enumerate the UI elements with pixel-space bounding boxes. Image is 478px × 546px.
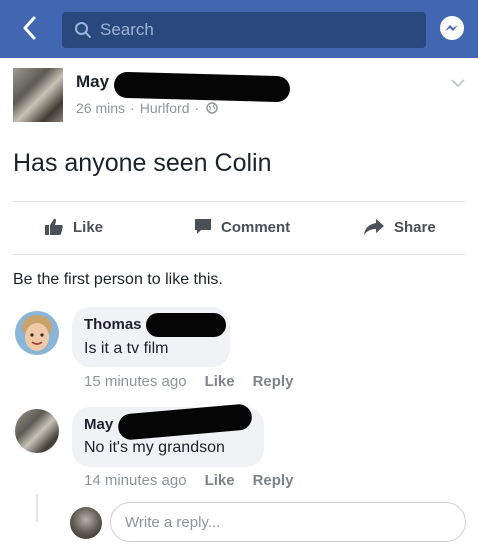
share-label: Share xyxy=(394,218,436,236)
thumbs-up-icon xyxy=(45,218,63,235)
comment-actions: 15 minutes ago Like Reply xyxy=(84,373,293,390)
thread-line xyxy=(36,494,38,522)
comment-text: Is it a tv film xyxy=(84,340,169,357)
post-text: Has anyone seen Colin xyxy=(13,149,272,177)
chevron-down-icon[interactable] xyxy=(450,78,466,88)
search-icon xyxy=(75,22,91,38)
comment-actions: 14 minutes ago Like Reply xyxy=(84,472,293,489)
meta-separator: · xyxy=(194,100,200,116)
post-location[interactable]: Hurlford xyxy=(140,100,190,116)
redaction-mark xyxy=(113,71,291,103)
meta-separator: · xyxy=(130,100,135,116)
search-input[interactable]: Search xyxy=(62,12,426,48)
like-button[interactable]: Like xyxy=(44,218,103,236)
messenger-icon[interactable] xyxy=(438,15,466,43)
share-arrow-icon xyxy=(364,219,384,235)
share-button[interactable]: Share xyxy=(363,218,436,236)
search-placeholder: Search xyxy=(100,20,154,39)
comment-avatar[interactable] xyxy=(15,311,59,355)
divider xyxy=(13,254,465,255)
comment-time[interactable]: 15 minutes ago xyxy=(84,373,187,390)
comment-author-name[interactable]: May xyxy=(84,416,113,433)
divider xyxy=(13,201,465,202)
comment-reply-link[interactable]: Reply xyxy=(253,472,294,489)
comment-author-name[interactable]: Thomas xyxy=(84,316,142,333)
chevron-left-icon xyxy=(23,16,36,40)
reply-placeholder: Write a reply... xyxy=(125,513,221,531)
globe-icon xyxy=(206,102,218,114)
comment-text: No it's my grandson xyxy=(84,439,225,456)
comment-icon xyxy=(195,219,211,234)
redaction-mark xyxy=(146,313,226,337)
child-photo-icon xyxy=(15,311,59,355)
comment-label: Comment xyxy=(221,218,291,236)
post-author-name[interactable]: May xyxy=(76,72,109,92)
comment-like-link[interactable]: Like xyxy=(205,373,235,390)
reply-input[interactable]: Write a reply... xyxy=(110,502,466,542)
comment-reply-link[interactable]: Reply xyxy=(253,373,294,390)
post-time[interactable]: 26 mins xyxy=(76,100,125,116)
comment-time[interactable]: 14 minutes ago xyxy=(84,472,187,489)
comment-button[interactable]: Comment xyxy=(194,218,290,236)
comment-like-link[interactable]: Like xyxy=(205,472,235,489)
like-label: Like xyxy=(73,218,104,236)
post-meta: 26 mins · Hurlford · xyxy=(76,100,218,116)
likes-summary: Be the first person to like this. xyxy=(13,271,223,288)
post-author-avatar[interactable] xyxy=(13,68,63,122)
back-button[interactable] xyxy=(14,10,44,46)
current-user-avatar xyxy=(70,507,102,539)
comment-avatar[interactable] xyxy=(15,409,59,453)
top-bar: Search xyxy=(0,0,478,58)
